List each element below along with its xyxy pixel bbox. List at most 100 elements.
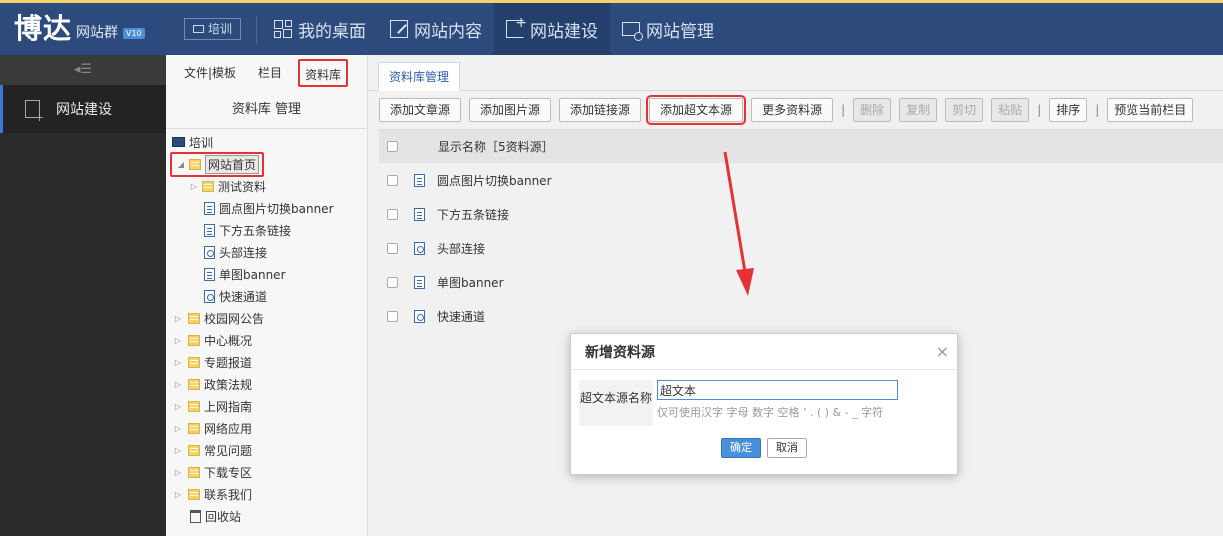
tree-node[interactable]: 圆点图片切换banner [166, 197, 367, 219]
collapsed-arrow-icon[interactable]: ▷ [172, 380, 184, 389]
nav-site-content[interactable]: 网站内容 [378, 3, 494, 55]
monitor-icon [172, 137, 185, 147]
site-switch-label: 培训 [208, 22, 233, 36]
more-sources-button[interactable]: 更多资料源 [751, 98, 834, 122]
row-checkbox[interactable] [387, 242, 398, 254]
table-row[interactable]: 头部连接 [379, 231, 1223, 265]
tree-node-label: 下载专区 [204, 465, 253, 480]
add-article-source-button[interactable]: 添加文章源 [379, 98, 462, 122]
collapsed-arrow-icon[interactable]: ▷ [172, 336, 184, 345]
dialog-title: 新增资料源 [585, 344, 655, 361]
source-name-input[interactable] [657, 380, 898, 400]
collapsed-arrow-icon[interactable]: ▷ [188, 182, 200, 191]
tree-node-label: 专题报道 [204, 355, 253, 370]
tab-column[interactable]: 栏目 [252, 59, 288, 87]
cut-button[interactable]: 剪切 [945, 98, 984, 122]
preview-column-button[interactable]: 预览当前栏目 [1107, 98, 1194, 122]
tree-node-label: 下方五条链接 [219, 223, 292, 238]
tree-node[interactable]: 快速通道 [166, 285, 367, 307]
tree-node[interactable]: ▷ 中心概况 [166, 329, 367, 351]
site-switch-button[interactable]: 培训 [184, 18, 242, 40]
nav-my-desktop[interactable]: 我的桌面 [262, 3, 378, 55]
nav-site-build[interactable]: 网站建设 [494, 3, 610, 55]
link-icon [204, 245, 215, 259]
add-link-source-button[interactable]: 添加链接源 [559, 98, 642, 122]
column-header-name: 显示名称［5资料源］ [438, 140, 554, 154]
grid-header: 显示名称［5资料源］ [379, 129, 1223, 163]
add-richtext-source-button[interactable]: 添加超文本源 [646, 95, 747, 125]
tree-node[interactable]: ▷ 测试资料 [166, 175, 367, 197]
row-checkbox[interactable] [387, 276, 398, 288]
tree-node[interactable]: ▷ 专题报道 [166, 351, 367, 373]
copy-button[interactable]: 复制 [899, 98, 938, 122]
add-image-source-button[interactable]: 添加图片源 [469, 98, 552, 122]
select-all-checkbox[interactable] [387, 141, 398, 152]
selected-highlight: ◢ 网站首页 [170, 151, 265, 177]
close-icon[interactable]: × [936, 342, 949, 361]
folder-icon [188, 378, 200, 390]
tree-node[interactable]: 单图banner [166, 263, 367, 285]
cancel-button[interactable]: 取消 [767, 438, 807, 458]
tree-node-root[interactable]: 培训 [166, 131, 367, 153]
table-row[interactable]: 单图banner [379, 265, 1223, 299]
tree-node-recycle[interactable]: 回收站 [166, 505, 367, 527]
row-label[interactable]: 单图banner [437, 274, 504, 291]
sidebar-toggle[interactable]: ◂☰ [0, 55, 166, 85]
sort-button[interactable]: 排序 [1049, 98, 1088, 122]
row-checkbox[interactable] [387, 174, 398, 186]
collapsed-arrow-icon[interactable]: ▷ [172, 468, 184, 477]
tree-node[interactable]: 头部连接 [166, 241, 367, 263]
left-sidebar: ◂☰ 网站建设 [0, 55, 166, 536]
build-icon [506, 15, 527, 38]
folder-icon [188, 488, 200, 500]
paste-button[interactable]: 粘贴 [991, 98, 1030, 122]
logo: 博达 网站群 V10 [14, 13, 145, 45]
row-label[interactable]: 圆点图片切换banner [437, 172, 552, 189]
tree-node[interactable]: ▷ 下载专区 [166, 461, 367, 483]
table-row[interactable]: 下方五条链接 [379, 197, 1223, 231]
nav-site-manage[interactable]: 网站管理 [610, 3, 726, 55]
folder-icon [188, 312, 200, 324]
collapsed-arrow-icon[interactable]: ▷ [172, 490, 184, 499]
link-icon [414, 309, 425, 323]
row-label[interactable]: 下方五条链接 [437, 206, 509, 223]
tree-node-label: 常见问题 [204, 443, 253, 458]
document-icon [414, 207, 425, 221]
logo-main: 博达 [14, 12, 73, 45]
tree-node-label: 圆点图片切换banner [219, 201, 334, 216]
collapsed-arrow-icon[interactable]: ▷ [172, 358, 184, 367]
collapsed-arrow-icon[interactable]: ▷ [172, 402, 184, 411]
row-label[interactable]: 头部连接 [437, 240, 485, 257]
dialog-body: 超文本源名称 仅可使用汉字 字母 数字 空格 ’ . ( ) & - _ 字符 [571, 370, 957, 426]
confirm-button[interactable]: 确定 [721, 438, 761, 458]
collapsed-arrow-icon[interactable]: ▷ [172, 446, 184, 455]
nav-label: 网站管理 [646, 21, 714, 42]
row-label[interactable]: 快速通道 [437, 308, 485, 325]
page-add-icon [25, 100, 44, 124]
table-row[interactable]: 圆点图片切换banner [379, 163, 1223, 197]
top-header: 博达 网站群 V10 培训 我的桌面 网站内容 网站建设 网站管理 [0, 0, 1223, 55]
tree-node[interactable]: 下方五条链接 [166, 219, 367, 241]
tab-library-manage[interactable]: 资料库管理 [378, 62, 461, 91]
tab-file-template[interactable]: 文件|模板 [178, 59, 242, 87]
tree-node-label: 回收站 [205, 509, 242, 524]
tree-node[interactable]: ▷ 上网指南 [166, 395, 367, 417]
delete-button[interactable]: 删除 [853, 98, 892, 122]
tab-library[interactable]: 资料库 [298, 59, 349, 87]
tree-node[interactable]: ▷ 联系我们 [166, 483, 367, 505]
collapsed-arrow-icon[interactable]: ▷ [172, 314, 184, 323]
tree-node-selected[interactable]: ◢ 网站首页 [166, 151, 367, 177]
sidebar-item-site-build[interactable]: 网站建设 [0, 85, 166, 133]
row-checkbox[interactable] [387, 208, 398, 220]
document-icon [204, 267, 215, 281]
collapsed-arrow-icon[interactable]: ▷ [172, 424, 184, 433]
table-row[interactable]: 快速通道 [379, 299, 1223, 333]
tree-node[interactable]: ▷ 网络应用 [166, 417, 367, 439]
row-checkbox[interactable] [387, 310, 398, 322]
tree-node[interactable]: ▷ 政策法规 [166, 373, 367, 395]
tree-node[interactable]: ▷ 校园网公告 [166, 307, 367, 329]
tree-node[interactable]: ▷ 常见问题 [166, 439, 367, 461]
nav-label: 网站建设 [530, 21, 598, 42]
folder-icon [188, 422, 200, 434]
tree-node-label: 测试资料 [218, 179, 267, 194]
